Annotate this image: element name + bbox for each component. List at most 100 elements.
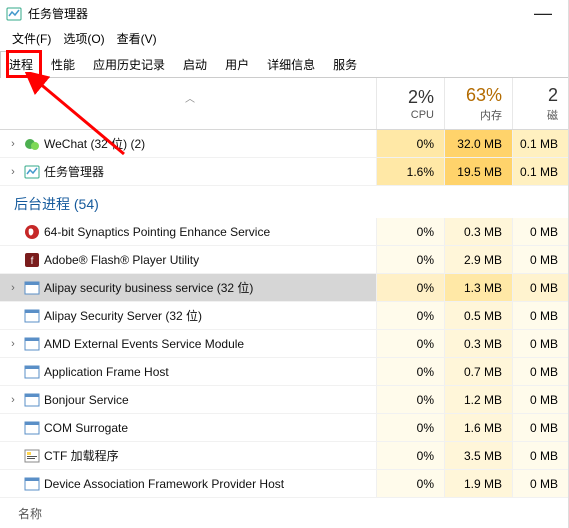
cell-mem: 0.3 MB (444, 330, 512, 357)
tab-history[interactable]: 应用历史记录 (84, 51, 174, 77)
cell-mem: 32.0 MB (444, 130, 512, 157)
table-row[interactable]: 64-bit Synaptics Pointing Enhance Servic… (0, 218, 568, 246)
tab-processes[interactable]: 进程 (0, 51, 42, 78)
cell-extra: 0 MB (512, 442, 568, 469)
cell-cpu: 0% (376, 414, 444, 441)
table-row[interactable]: › Bonjour Service 0%1.2 MB0 MB (0, 386, 568, 414)
expand-icon[interactable]: › (6, 338, 20, 350)
cell-cpu: 0% (376, 218, 444, 245)
header-extra-pct: 2 (548, 85, 558, 106)
expand-icon[interactable]: › (6, 138, 20, 150)
process-name: Alipay Security Server (32 位) (44, 307, 202, 324)
app-icon (24, 420, 40, 436)
app-icon (24, 448, 40, 464)
taskmgr-icon (6, 6, 22, 22)
cell-extra: 0 MB (512, 358, 568, 385)
table-row[interactable]: › Alipay security business service (32 位)… (0, 274, 568, 302)
app-icon (24, 136, 40, 152)
cell-extra: 0 MB (512, 414, 568, 441)
cell-mem: 2.9 MB (444, 246, 512, 273)
table-row[interactable]: › AMD External Events Service Module 0%0.3… (0, 330, 568, 358)
titlebar: 任务管理器 — (0, 0, 568, 27)
window-title: 任务管理器 (28, 5, 524, 22)
header-extra[interactable]: 2 磁 (512, 78, 568, 129)
cell-extra: 0 MB (512, 330, 568, 357)
table-row[interactable]: Device Association Framework Provider Ho… (0, 470, 568, 498)
table-row[interactable]: COM Surrogate0%1.6 MB0 MB (0, 414, 568, 442)
header-mem-label: 内存 (480, 107, 502, 123)
cell-cpu: 0% (376, 386, 444, 413)
cell-extra: 0.1 MB (512, 130, 568, 157)
process-name: Application Frame Host (44, 365, 169, 379)
header-mem-pct: 63% (466, 85, 502, 106)
table-row[interactable]: › WeChat (32 位) (2) 0%32.0 MB0.1 MB (0, 130, 568, 158)
header-cpu-pct: 2% (408, 87, 434, 108)
cell-cpu: 0% (376, 330, 444, 357)
table-row[interactable]: f Adobe® Flash® Player Utility 0%2.9 MB0 M… (0, 246, 568, 274)
table-row[interactable]: Alipay Security Server (32 位) 0%0.5 MB0 M… (0, 302, 568, 330)
minimize-button[interactable]: — (524, 3, 562, 24)
process-name: Adobe® Flash® Player Utility (44, 253, 199, 267)
process-name: 64-bit Synaptics Pointing Enhance Servic… (44, 225, 270, 239)
process-name: Bonjour Service (44, 393, 129, 407)
tab-users[interactable]: 用户 (216, 51, 258, 77)
menubar: 文件(F) 选项(O) 查看(V) (0, 27, 568, 49)
cell-mem: 0.3 MB (444, 218, 512, 245)
table-row[interactable]: Application Frame Host0%0.7 MB0 MB (0, 358, 568, 386)
cell-mem: 19.5 MB (444, 158, 512, 185)
cell-cpu: 0% (376, 274, 444, 301)
process-name: 任务管理器 (44, 163, 104, 180)
app-icon (24, 392, 40, 408)
cell-extra: 0 MB (512, 246, 568, 273)
tab-details[interactable]: 详细信息 (258, 51, 324, 77)
tab-startup[interactable]: 启动 (174, 51, 216, 77)
cell-mem: 0.5 MB (444, 302, 512, 329)
header-name[interactable]: ︿ 名称 (0, 78, 376, 129)
header-name-label: 名称 (18, 505, 42, 522)
column-headers: ︿ 名称 2% CPU 63% 内存 2 磁 (0, 78, 568, 130)
tab-services[interactable]: 服务 (324, 51, 366, 77)
tabs: 进程 性能 应用历史记录 启动 用户 详细信息 服务 (0, 51, 568, 78)
app-icon (24, 224, 40, 240)
cell-extra: 0 MB (512, 274, 568, 301)
cell-mem: 1.6 MB (444, 414, 512, 441)
table-row[interactable]: CTF 加载程序 0%3.5 MB0 MB (0, 442, 568, 470)
cell-mem: 3.5 MB (444, 442, 512, 469)
cell-mem: 1.3 MB (444, 274, 512, 301)
cell-mem: 1.2 MB (444, 386, 512, 413)
cell-cpu: 0% (376, 246, 444, 273)
app-icon (24, 280, 40, 296)
process-name: WeChat (32 位) (2) (44, 135, 145, 152)
app-icon (24, 476, 40, 492)
process-name: AMD External Events Service Module (44, 337, 244, 351)
cell-extra: 0 MB (512, 302, 568, 329)
section-background-processes: 后台进程 (54) (0, 186, 568, 218)
app-icon (24, 364, 40, 380)
table-row[interactable]: › 任务管理器 1.6%19.5 MB0.1 MB (0, 158, 568, 186)
expand-icon[interactable]: › (6, 394, 20, 406)
svg-text:f: f (31, 256, 34, 267)
header-mem[interactable]: 63% 内存 (444, 78, 512, 129)
app-icon (24, 308, 40, 324)
cell-cpu: 0% (376, 130, 444, 157)
menu-options[interactable]: 选项(O) (59, 28, 108, 49)
app-icon (24, 336, 40, 352)
expand-icon[interactable]: › (6, 282, 20, 294)
cell-cpu: 1.6% (376, 158, 444, 185)
header-cpu-label: CPU (411, 109, 434, 121)
cell-cpu: 0% (376, 302, 444, 329)
cell-extra: 0.1 MB (512, 158, 568, 185)
sort-indicator-icon: ︿ (185, 90, 195, 105)
cell-extra: 0 MB (512, 386, 568, 413)
process-name: Alipay security business service (32 位) (44, 279, 253, 296)
cell-cpu: 0% (376, 442, 444, 469)
cell-mem: 1.9 MB (444, 470, 512, 497)
tab-performance[interactable]: 性能 (42, 51, 84, 77)
cell-extra: 0 MB (512, 470, 568, 497)
menu-file[interactable]: 文件(F) (8, 28, 55, 49)
process-name: CTF 加载程序 (44, 447, 119, 464)
header-cpu[interactable]: 2% CPU (376, 78, 444, 129)
expand-icon[interactable]: › (6, 166, 20, 178)
app-icon (24, 164, 40, 180)
menu-view[interactable]: 查看(V) (113, 28, 161, 49)
